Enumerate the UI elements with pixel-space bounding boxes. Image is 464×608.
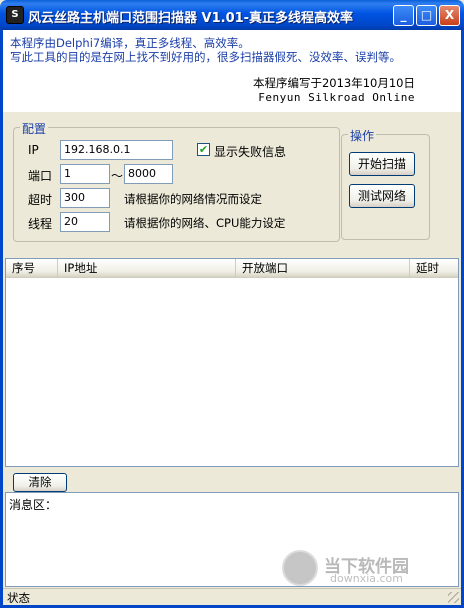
column-header-ip[interactable]: IP地址 (58, 259, 236, 278)
threads-input[interactable]: 20 (60, 212, 110, 232)
port-to-input[interactable]: 8000 (124, 164, 173, 184)
port-from-input[interactable]: 1 (60, 164, 110, 184)
column-header-latency[interactable]: 延时 (410, 259, 458, 278)
message-area-label: 消息区： (9, 498, 58, 512)
results-list[interactable]: 序号 IP地址 开放端口 延时 (5, 258, 459, 467)
title-bar[interactable]: S 风云丝路主机端口范围扫描器 V1.01-真正多线程高效率 _ □ X (0, 0, 464, 30)
threads-hint: 请根据你的网络、CPU能力设定 (124, 216, 286, 230)
clear-messages-button[interactable]: 清除 (13, 473, 67, 492)
author-name-text: Fenyun Silkroad Online (258, 91, 415, 104)
minimize-button[interactable]: _ (393, 5, 414, 26)
operations-group: 操作 开始扫描 测试网络 (341, 127, 430, 240)
port-label: 端口 (28, 169, 53, 183)
resize-grip-icon[interactable] (448, 592, 459, 603)
column-header-open-port[interactable]: 开放端口 (236, 259, 410, 278)
show-fail-label[interactable]: 显示失败信息 (214, 143, 286, 160)
config-group: 配置 IP 192.168.0.1 ✔ 显示失败信息 端口 1 ～ 8000 超… (13, 120, 340, 242)
watermark: 当下软件园 downxia.com (282, 550, 452, 586)
window-frame-left (0, 30, 3, 608)
watermark-subtext: downxia.com (330, 572, 403, 585)
status-text: 状态 (7, 591, 30, 605)
window-title: 风云丝路主机端口范围扫描器 V1.01-真正多线程高效率 (28, 11, 354, 26)
column-header-index[interactable]: 序号 (6, 259, 58, 278)
status-bar: 状态 (3, 588, 461, 605)
results-list-header: 序号 IP地址 开放端口 延时 (6, 259, 458, 278)
app-icon: S (6, 6, 24, 24)
close-button[interactable]: X (439, 5, 460, 26)
ip-label: IP (28, 143, 39, 157)
show-fail-checkbox[interactable]: ✔ (197, 143, 210, 156)
timeout-label: 超时 (28, 193, 53, 207)
start-scan-button[interactable]: 开始扫描 (349, 152, 415, 176)
threads-label: 线程 (28, 217, 53, 231)
info-text-line-2: 写此工具的目的是在网上找不到好用的，很多扫描器假死、没效率、误判等。 (10, 50, 401, 64)
maximize-button[interactable]: □ (416, 5, 437, 26)
operations-group-title: 操作 (348, 127, 377, 144)
watermark-logo-icon (282, 550, 318, 586)
ip-input[interactable]: 192.168.0.1 (60, 140, 173, 160)
timeout-input[interactable]: 300 (60, 188, 110, 208)
port-range-separator: ～ (111, 169, 124, 183)
config-group-title: 配置 (20, 120, 49, 137)
test-network-button[interactable]: 测试网络 (349, 184, 415, 208)
info-panel: 本程序由Delphi7编译，真正多线程、高效率。 写此工具的目的是在网上找不到好… (3, 30, 461, 112)
timeout-hint: 请根据你的网络情况而设定 (124, 192, 262, 206)
author-date-text: 本程序编写于2013年10月10日 (252, 76, 415, 90)
